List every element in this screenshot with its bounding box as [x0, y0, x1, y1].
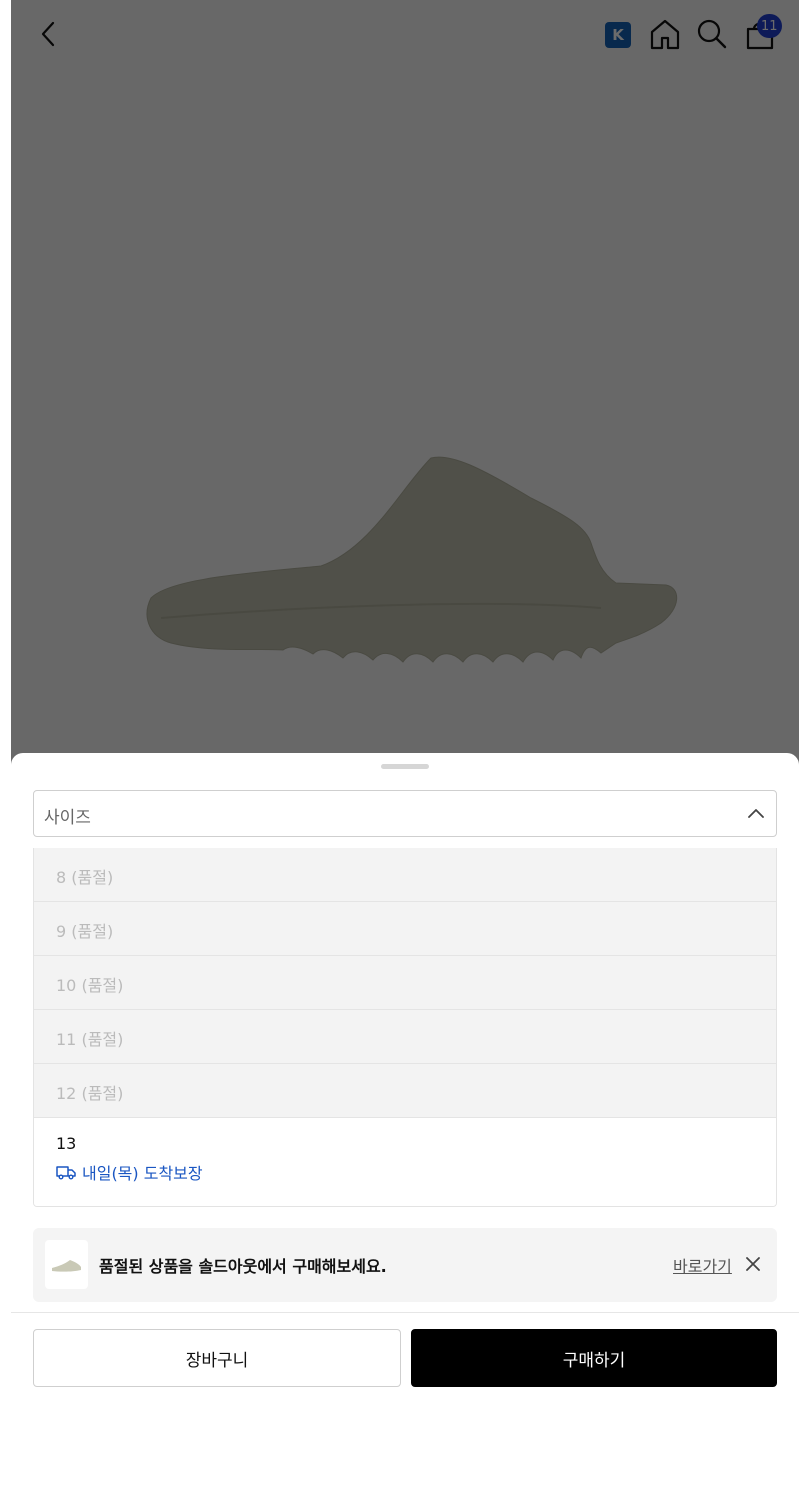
size-option-9[interactable]: 9 (품절)	[34, 902, 776, 956]
size-options-list: 8 (품절) 9 (품절) 10 (품절) 11 (품절) 12 (품절) 13	[33, 848, 777, 1207]
soldout-banner-link[interactable]: 바로가기	[673, 1253, 732, 1277]
size-option-label: 9 (품절)	[56, 922, 114, 941]
size-option-13[interactable]: 13 내일(목) 도착보장	[34, 1118, 776, 1206]
option-bottom-sheet: 사이즈 8 (품절) 9 (품절) 10 (품절) 11 (품절) 12 (품절…	[11, 753, 799, 1500]
size-option-11[interactable]: 11 (품절)	[34, 1010, 776, 1064]
delivery-text: 내일(목) 도착보장	[82, 1164, 203, 1183]
close-icon[interactable]	[743, 1254, 763, 1274]
chevron-up-icon	[748, 809, 764, 818]
slide-thumbnail-image	[52, 1260, 81, 1272]
truck-icon	[56, 1166, 76, 1180]
size-option-8[interactable]: 8 (품절)	[34, 848, 776, 902]
add-to-cart-button[interactable]: 장바구니	[33, 1329, 401, 1387]
size-option-10[interactable]: 10 (품절)	[34, 956, 776, 1010]
size-select[interactable]: 사이즈	[33, 790, 777, 837]
divider	[11, 1312, 799, 1313]
size-option-label: 11 (품절)	[56, 1030, 124, 1049]
soldout-banner-message: 품절된 상품을 솔드아웃에서 구매해보세요.	[99, 1257, 387, 1276]
size-option-label: 10 (품절)	[56, 976, 124, 995]
screen: K 11 사이즈	[0, 0, 801, 1500]
buy-now-button[interactable]: 구매하기	[411, 1329, 777, 1387]
sheet-drag-handle[interactable]	[381, 764, 429, 769]
size-select-label: 사이즈	[44, 808, 91, 828]
soldout-banner: 품절된 상품을 솔드아웃에서 구매해보세요. 바로가기	[33, 1228, 777, 1302]
size-option-label: 13	[56, 1134, 77, 1153]
delivery-guarantee: 내일(목) 도착보장	[56, 1160, 203, 1184]
size-option-12[interactable]: 12 (품절)	[34, 1064, 776, 1118]
size-option-label: 8 (품절)	[56, 868, 114, 887]
size-option-label: 12 (품절)	[56, 1084, 124, 1103]
product-page: K 11 사이즈	[11, 0, 799, 1500]
banner-product-thumbnail	[45, 1240, 88, 1289]
